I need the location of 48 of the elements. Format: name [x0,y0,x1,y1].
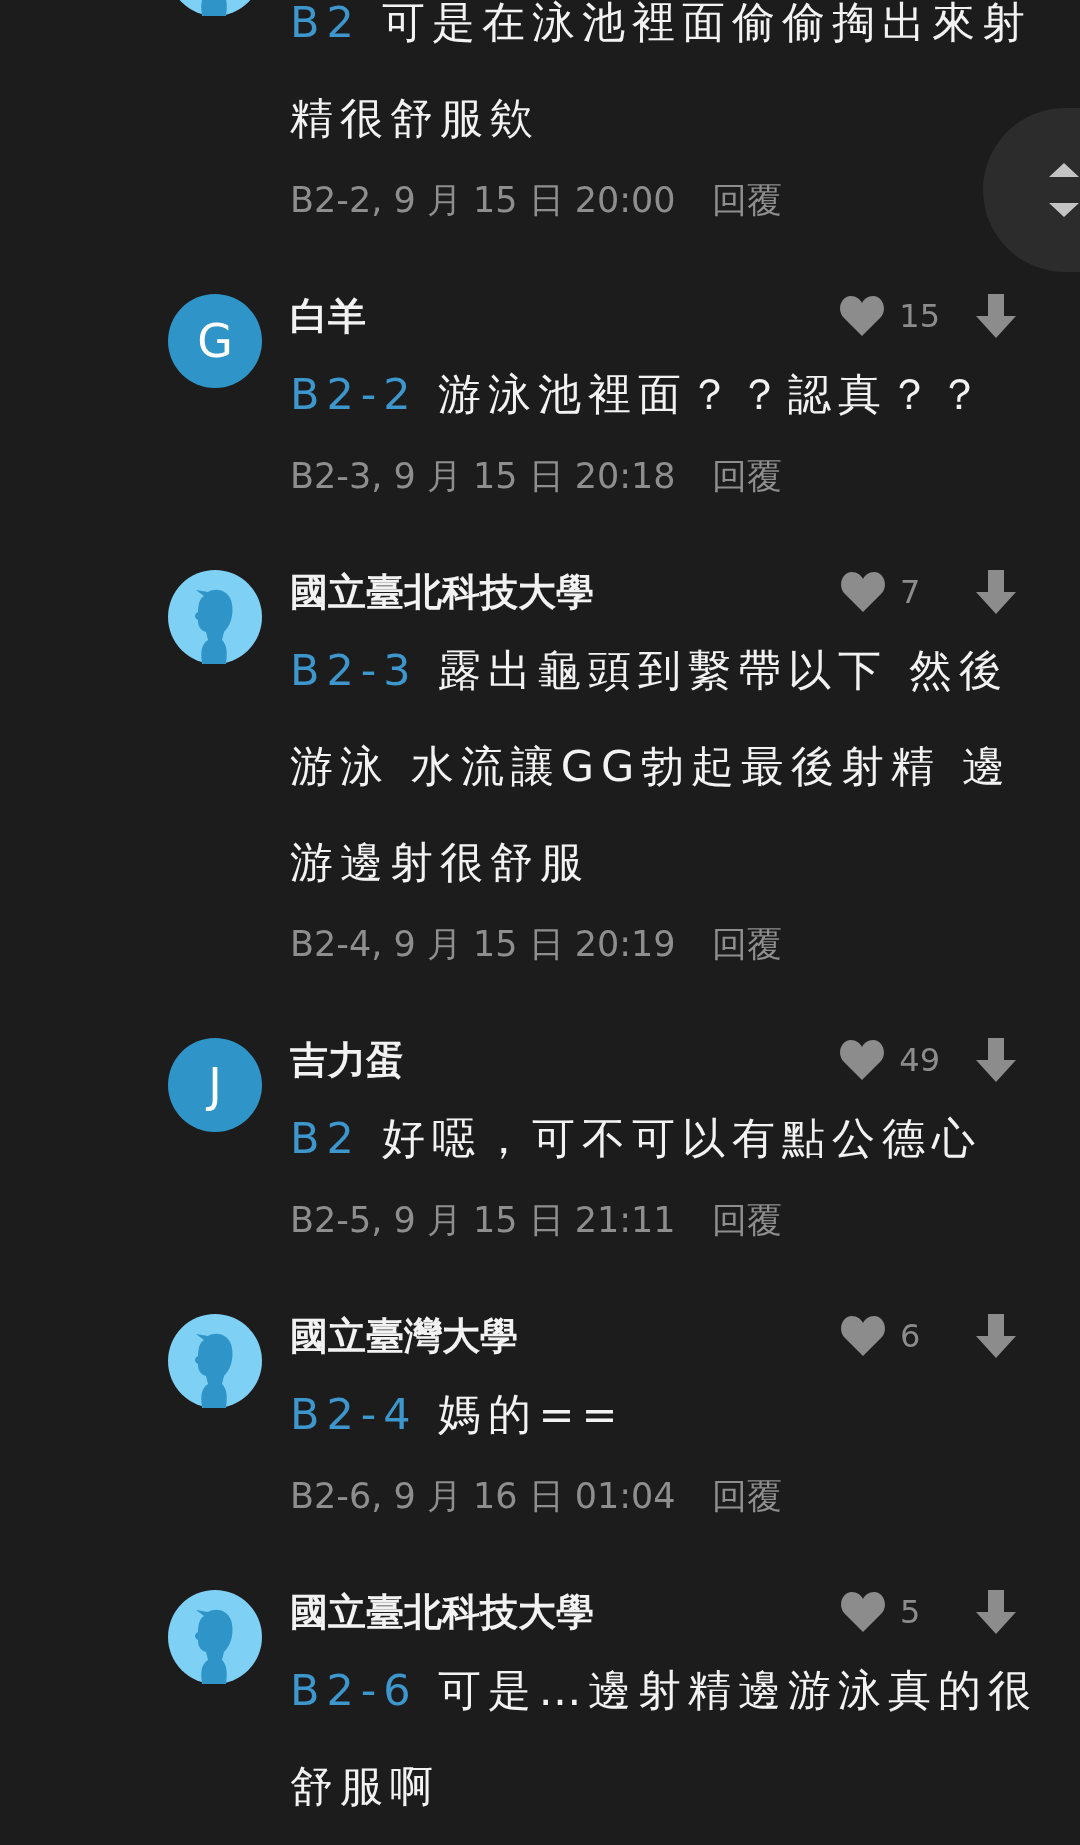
comment-text: B2 好噁，可不可以有點公德心 [290,1112,983,1165]
floor-link[interactable]: B2-6 [290,1665,418,1715]
floor-link[interactable]: B2-3 [290,645,418,695]
heart-icon[interactable] [840,1592,886,1632]
heart-icon[interactable] [839,1040,886,1080]
reply-button[interactable]: 回覆 [711,452,782,500]
heart-icon[interactable] [840,572,886,612]
comment-meta: B2-5, 9 月 15 日 21:11 [290,1198,676,1242]
comment-meta: B2-4, 9 月 15 日 20:19 [290,922,676,966]
like-count: 7 [900,573,922,611]
reply-button[interactable]: 回覆 [711,1472,782,1520]
comment-text: B2 可是在泳池裡面偷偷掏出來射精很舒服欸 [290,0,1033,145]
floor-link[interactable]: B2 [290,0,361,47]
comment-text: B2-4 媽的== [290,1388,626,1441]
user-avatar[interactable]: J [168,1038,262,1132]
comment-text: B2-6 可是…邊射精邊游泳真的很舒服啊 [290,1664,1040,1813]
arrow-down-icon[interactable] [976,1038,1016,1082]
reply-button[interactable]: 回覆 [711,1196,782,1244]
comment-meta: B2-6, 9 月 16 日 01:04 [290,1474,676,1518]
comment-meta: B2-2, 9 月 15 日 20:00 [290,178,676,222]
arrow-down-icon[interactable] [976,1590,1016,1634]
reply-button[interactable]: 回覆 [711,920,782,968]
user-avatar[interactable] [168,570,262,664]
heart-icon[interactable] [840,1316,886,1356]
heart-icon[interactable] [839,296,886,336]
floor-link[interactable]: B2-4 [290,1389,418,1439]
like-count: 5 [900,1593,922,1631]
user-name: 國立臺灣大學 [290,1312,519,1360]
comment-text: B2-3 露出龜頭到繫帶以下 然後游泳 水流讓GG勃起最後射精 邊游邊射很舒服 [290,644,1013,889]
comment-meta: B2-3, 9 月 15 日 20:18 [290,454,676,498]
user-name: 白羊 [290,292,367,340]
like-count: 49 [899,1041,940,1079]
user-name: 吉力蛋 [290,1036,405,1084]
user-avatar[interactable]: G [168,294,262,388]
user-avatar[interactable] [168,1590,262,1684]
arrow-down-icon[interactable] [976,570,1016,614]
floor-link[interactable]: B2 [290,1113,361,1163]
reply-button[interactable]: 回覆 [711,176,782,224]
like-count: 6 [900,1317,922,1355]
arrow-down-icon[interactable] [976,1314,1016,1358]
up-down-arrows-icon [1049,163,1079,217]
arrow-down-icon[interactable] [976,294,1016,338]
user-avatar[interactable] [168,1314,262,1408]
like-count: 15 [899,297,940,335]
user-name: 國立臺北科技大學 [290,568,595,616]
floor-link[interactable]: B2-2 [290,369,418,419]
user-name: 國立臺北科技大學 [290,1588,595,1636]
comment-text: B2-2 游泳池裡面？？認真？？ [290,368,990,421]
